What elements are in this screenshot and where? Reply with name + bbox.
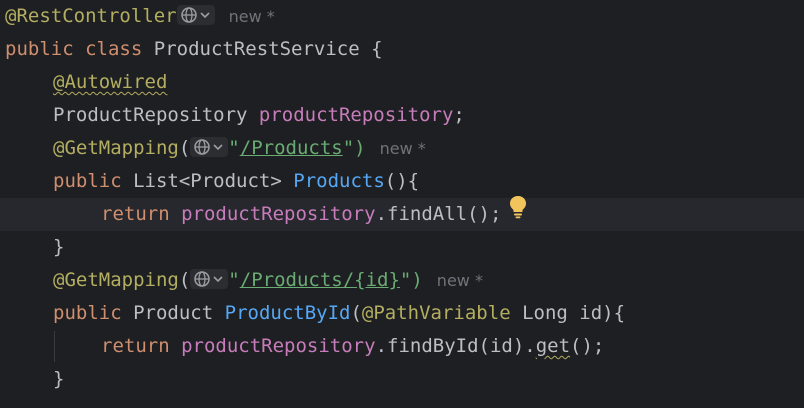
- globe-icon: [194, 271, 223, 287]
- keyword-token: return: [101, 335, 170, 357]
- annotation-token: @GetMapping: [53, 269, 179, 291]
- chevron-down-icon: [213, 144, 223, 151]
- type-token: Product: [133, 302, 214, 324]
- field-token: productRepository: [181, 203, 376, 225]
- punctuation-token: ){: [602, 302, 626, 324]
- code-line-8[interactable]: }: [0, 231, 804, 264]
- url-path-link[interactable]: /Products: [240, 137, 343, 159]
- brace-token: }: [53, 368, 65, 390]
- keyword-token: public: [5, 38, 74, 60]
- url-inlay[interactable]: [190, 137, 229, 157]
- type-token: List<Product>: [133, 170, 282, 192]
- globe-icon: [194, 139, 223, 155]
- keyword-token: public: [53, 302, 122, 324]
- method-call-token: ();: [570, 335, 605, 357]
- type-token: ProductRepository: [53, 104, 248, 126]
- url-path-link[interactable]: /Products/: [240, 269, 354, 291]
- url-inlay[interactable]: [176, 5, 215, 25]
- method-call-token: get: [535, 335, 571, 357]
- punctuation-token: (: [350, 302, 362, 324]
- globe-icon: [180, 7, 210, 23]
- keyword-token: public: [53, 170, 122, 192]
- method-call-token: .findById(id).: [375, 335, 536, 357]
- field-token: productRepository: [181, 335, 376, 357]
- author-hint[interactable]: new *: [229, 7, 275, 26]
- chevron-down-icon: [213, 276, 223, 283]
- field-token: productRepository: [258, 104, 454, 126]
- punctuation-token: ;: [453, 104, 465, 126]
- lightbulb-icon[interactable]: [509, 195, 527, 230]
- author-hint[interactable]: new *: [437, 271, 483, 290]
- code-line-3[interactable]: @Autowired: [0, 66, 804, 99]
- url-inlay[interactable]: [190, 269, 229, 289]
- code-line-7[interactable]: return productRepository.findAll();: [0, 195, 804, 231]
- code-line-2[interactable]: public class ProductRestService {: [0, 33, 804, 66]
- code-line-9[interactable]: @GetMapping( "/Products/{id}") new *: [0, 264, 804, 297]
- code-line-4[interactable]: ProductRepository productRepository;: [0, 99, 804, 132]
- parameter-token: Long id: [522, 302, 603, 324]
- class-name-token: ProductRestService: [153, 38, 360, 60]
- code-line-1[interactable]: @RestController new *: [0, 0, 804, 33]
- author-hint[interactable]: new *: [380, 139, 426, 158]
- brace-token: }: [53, 236, 65, 258]
- punctuation-token: (){: [384, 170, 420, 192]
- annotation-token: @RestController: [5, 5, 177, 27]
- string-token: ": [228, 137, 240, 159]
- annotation-token: @GetMapping: [53, 137, 179, 159]
- code-line-6[interactable]: public List<Product> Products(){: [0, 165, 804, 198]
- annotation-token: @Autowired: [53, 71, 168, 93]
- punctuation-token: (: [178, 269, 191, 291]
- keyword-token: class: [85, 38, 143, 60]
- keyword-token: return: [101, 203, 170, 225]
- brace-token: {: [371, 38, 383, 60]
- code-line-5[interactable]: @GetMapping( "/Products") new *: [0, 132, 804, 165]
- string-token: ": [228, 269, 240, 291]
- method-call-token: .findAll();: [375, 203, 502, 225]
- method-name-token: ProductById: [224, 302, 351, 324]
- punctuation-token: (: [178, 137, 191, 159]
- code-editor[interactable]: @RestController new * public class Produ…: [0, 0, 804, 408]
- code-line-10[interactable]: public Product ProductById(@PathVariable…: [0, 297, 804, 330]
- code-line-11[interactable]: return productRepository.findById(id).ge…: [0, 330, 804, 363]
- code-line-12[interactable]: }: [0, 363, 804, 396]
- annotation-token: @PathVariable: [361, 302, 511, 324]
- string-token: "): [342, 137, 366, 159]
- string-token: "): [399, 269, 423, 291]
- chevron-down-icon: [200, 12, 210, 19]
- url-path-variable[interactable]: {id}: [354, 269, 400, 291]
- method-name-token: Products: [293, 170, 385, 192]
